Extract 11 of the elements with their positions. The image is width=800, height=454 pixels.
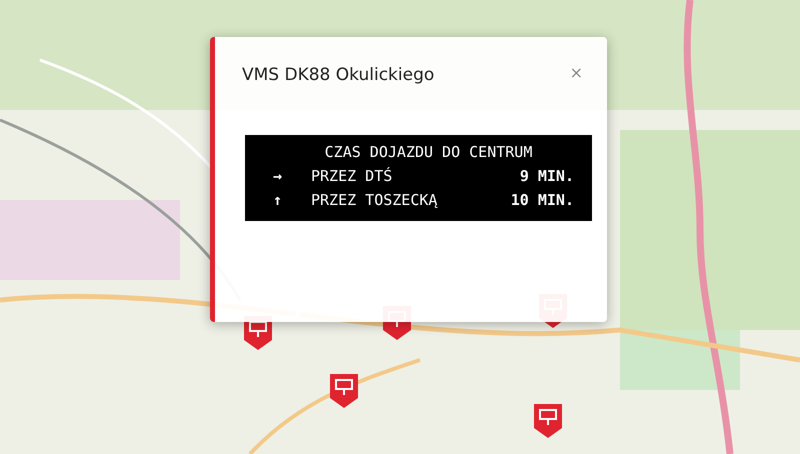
sign-marker-icon[interactable] (330, 374, 358, 408)
sign-heading: CZAS DOJAZDU DO CENTRUM (324, 143, 534, 161)
route-label: PRZEZ TOSZECKĄ (310, 191, 438, 209)
close-button[interactable]: × (568, 63, 585, 82)
travel-time: 9 MIN. (520, 167, 574, 185)
route-label: PRZEZ DTŚ (310, 167, 394, 185)
sign-marker-icon[interactable] (534, 404, 562, 438)
travel-time: 10 MIN. (510, 191, 574, 209)
direction-arrow: ↑ (273, 191, 284, 209)
direction-arrow: → (273, 167, 284, 185)
popup-title: VMS DK88 Okulickiego (242, 65, 434, 85)
